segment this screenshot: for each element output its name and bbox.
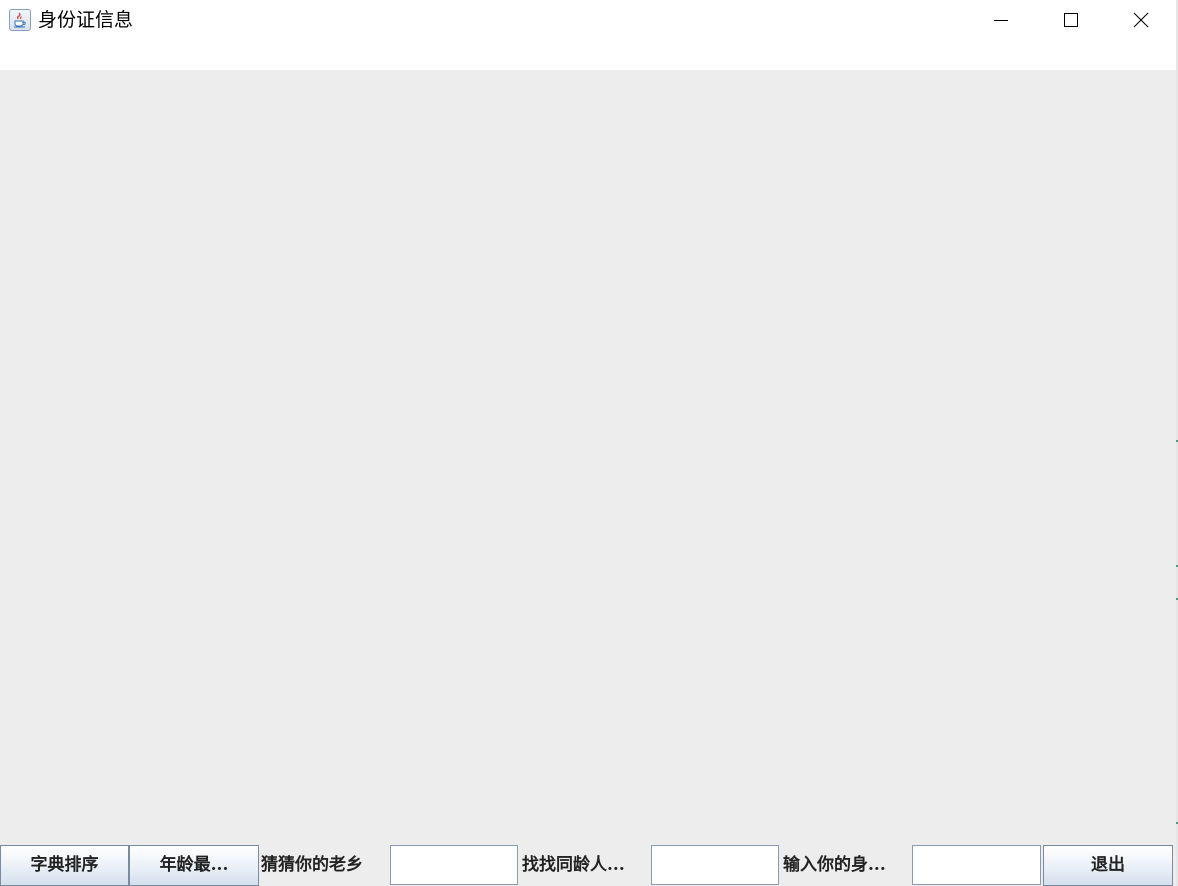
- find-same-age-input[interactable]: [651, 845, 779, 885]
- java-cup-icon[interactable]: [9, 9, 31, 31]
- find-same-age-label: 找找同龄人...: [522, 855, 625, 875]
- window-title: 身份证信息: [38, 9, 134, 31]
- minimize-button[interactable]: [966, 0, 1036, 40]
- close-icon: [1133, 12, 1149, 28]
- maximize-button[interactable]: [1036, 0, 1106, 40]
- minimize-icon: [994, 20, 1008, 21]
- content-panel: [0, 70, 1176, 844]
- close-button[interactable]: [1106, 0, 1176, 40]
- exit-button[interactable]: 退出: [1043, 845, 1173, 886]
- dictionary-sort-button[interactable]: 字典排序: [0, 845, 129, 886]
- app-window: 身份证信息 字典排序 年龄最... 猜猜你的老乡 找找同龄人... 输入你的身.…: [0, 0, 1178, 886]
- enter-id-input[interactable]: [912, 845, 1041, 885]
- guess-hometown-input[interactable]: [390, 845, 518, 885]
- title-bar[interactable]: 身份证信息: [0, 0, 1176, 70]
- maximize-icon: [1064, 13, 1078, 27]
- age-max-button[interactable]: 年龄最...: [129, 845, 259, 886]
- guess-hometown-label: 猜猜你的老乡: [261, 855, 363, 875]
- enter-id-label: 输入你的身...: [783, 855, 886, 875]
- bottom-toolbar: 字典排序 年龄最... 猜猜你的老乡 找找同龄人... 输入你的身... 退出: [0, 844, 1176, 886]
